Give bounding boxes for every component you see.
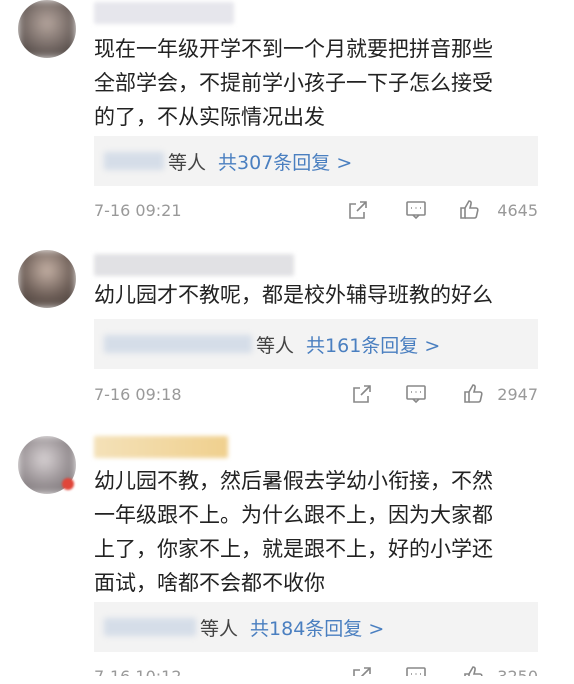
reply-others-label: 等人 [200, 617, 239, 640]
username-blurred[interactable] [94, 2, 234, 24]
share-icon[interactable] [350, 382, 374, 406]
comment-text-line: 幼儿园不教，然后暑假去学幼小衔接，不然 [94, 469, 493, 493]
reply-count-link[interactable]: 共161条回复 > [306, 331, 440, 358]
comment-meta: 7-16 09:21 4645 [94, 196, 538, 226]
share-icon[interactable] [346, 198, 370, 222]
comment-text-line: 面试，啥都不会都不收你 [94, 571, 325, 595]
comment-text: 幼儿园不教，然后暑假去学幼小衔接，不然 一年级跟不上。为什么跟不上，因为大家都 … [94, 464, 554, 600]
replies-box[interactable]: 等人 共161条回复 > [94, 319, 538, 369]
comment-text-line: 全部学会，不提前学小孩子一下子怎么接受 [94, 71, 493, 95]
comment-text-line: 上了，你家不上，就是跟不上，好的小学还 [94, 537, 493, 561]
username-blurred[interactable] [94, 254, 294, 276]
reply-others-label: 等人 [168, 151, 207, 174]
avatar[interactable] [18, 250, 76, 308]
verified-badge-icon [62, 478, 74, 490]
comment-meta: 7-16 09:18 2947 [94, 380, 538, 410]
comment-time: 7-16 09:18 [94, 385, 182, 404]
replies-box[interactable]: 等人 共184条回复 > [94, 602, 538, 652]
reply-users-blurred [104, 618, 196, 636]
comment-icon[interactable] [404, 198, 428, 222]
comment-text-line: 一年级跟不上。为什么跟不上，因为大家都 [94, 503, 493, 527]
reply-count-link[interactable]: 共307条回复 > [218, 148, 352, 175]
comment-text: 现在一年级开学不到一个月就要把拼音那些 全部学会，不提前学小孩子一下子怎么接受 … [94, 32, 554, 134]
comment-icon[interactable] [404, 382, 428, 406]
like-count: 4645 [497, 201, 538, 220]
comment-text-line: 现在一年级开学不到一个月就要把拼音那些 [94, 37, 493, 61]
screenshot-crop-edge [0, 676, 574, 684]
like-count: 2947 [497, 385, 538, 404]
reply-count-link[interactable]: 共184条回复 > [250, 614, 384, 641]
avatar[interactable] [18, 0, 76, 58]
comment-text-line: 的了，不从实际情况出发 [94, 105, 325, 129]
reply-users-blurred [104, 152, 164, 170]
reply-others-label: 等人 [256, 334, 295, 357]
reply-users-blurred [104, 335, 252, 353]
comment-time: 7-16 09:21 [94, 201, 182, 220]
thumbs-up-icon[interactable] [458, 198, 482, 222]
comment-text: 幼儿园才不教呢，都是校外辅导班教的好么 [94, 278, 554, 312]
username-blurred[interactable] [94, 436, 228, 458]
replies-box[interactable]: 等人 共307条回复 > [94, 136, 538, 186]
thumbs-up-icon[interactable] [462, 382, 486, 406]
comment-text-line: 幼儿园才不教呢，都是校外辅导班教的好么 [94, 283, 493, 307]
